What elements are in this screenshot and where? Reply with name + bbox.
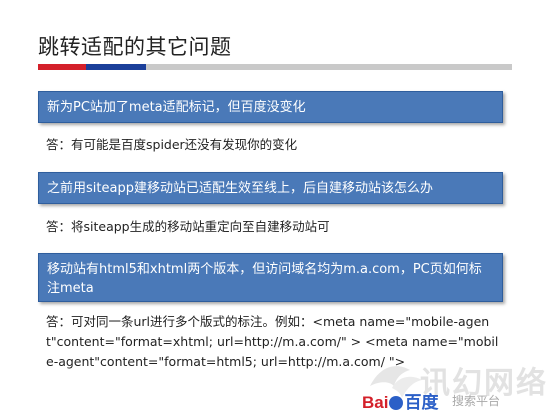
answer-2: 答：将siteapp生成的移动站重定向至自建移动站可 — [46, 219, 330, 234]
question-box-2: 之前用siteapp建移动站已适配生效至线上，后自建移动站该怎么办 — [38, 172, 503, 204]
baidu-logo-tail: 搜索平台 — [452, 394, 501, 408]
underline-blue-segment — [86, 64, 146, 70]
question-box-1: 新为PC站加了meta适配标记，但百度没变化 — [38, 91, 503, 123]
underline-gray-segment — [146, 64, 512, 70]
baidu-logo-bai: Bai — [362, 393, 389, 412]
answer-1: 答：有可能是百度spider还没有发现你的变化 — [46, 137, 298, 152]
slide: 跳转适配的其它问题 新为PC站加了meta适配标记，但百度没变化 答：有可能是百… — [0, 0, 554, 415]
slide-title: 跳转适配的其它问题 — [38, 35, 232, 59]
paw-icon — [389, 396, 404, 410]
baidu-logo-du: 百度 — [404, 393, 439, 412]
underline-red-segment — [38, 64, 86, 70]
question-box-3: 移动站有html5和xhtml两个版本，但访问域名均为m.a.com，PC页如何… — [38, 253, 503, 302]
baidu-logo: Bai 百度 — [362, 388, 438, 413]
title-underline — [38, 64, 512, 70]
